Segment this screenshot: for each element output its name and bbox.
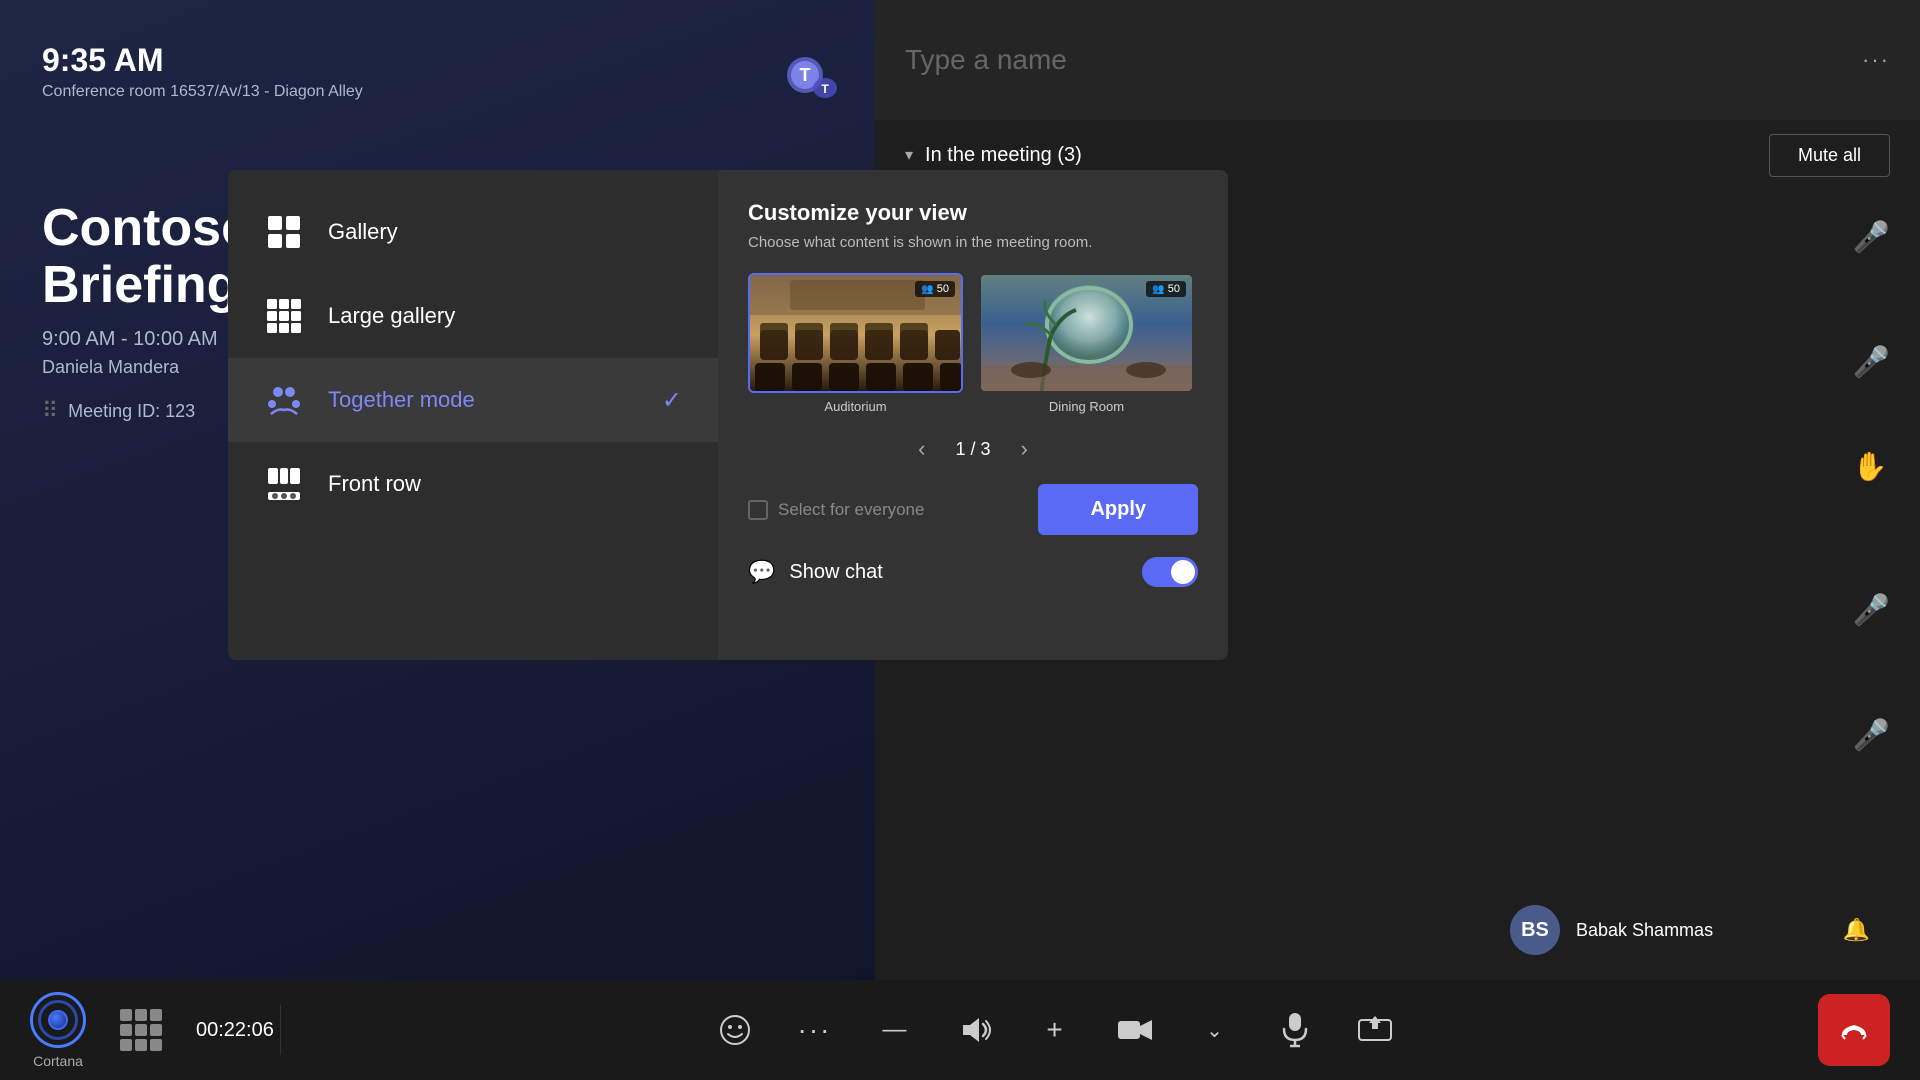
search-placeholder[interactable]: Type a name [905,44,1067,76]
grid-view-button[interactable] [120,1005,162,1055]
select-everyone-checkbox[interactable] [748,500,768,520]
camera-more-button[interactable]: ⌄ [1183,998,1247,1062]
customize-subtitle: Choose what content is shown in the meet… [748,234,1198,251]
reactions-button[interactable] [703,998,767,1062]
front-row-menu-item[interactable]: Front row [228,442,718,526]
large-gallery-icon [264,296,304,336]
view-menu-panel: Gallery Large gallery [228,170,718,660]
current-time: 9:35 AM [42,42,363,79]
toolbar-divider [280,1005,281,1055]
apply-button[interactable]: Apply [1038,484,1198,535]
cortana-label: Cortana [33,1053,83,1069]
participant-name: Babak Shammas [1576,920,1713,941]
customize-view-panel: Customize your view Choose what content … [718,170,1228,660]
dining-room-label: Dining Room [1049,399,1124,414]
show-chat-row: 💬 Show chat [748,557,1198,587]
in-meeting-label: ▾ In the meeting (3) [905,144,1082,167]
teams-logo: T T [760,40,850,130]
large-gallery-label: Large gallery [328,303,455,329]
auditorium-label: Auditorium [824,399,886,414]
front-row-label: Front row [328,471,421,497]
select-everyone-label[interactable]: Select for everyone [748,500,924,520]
more-options-icon[interactable]: ··· [1862,47,1890,73]
hand-raise-icon: ✋ [1853,450,1890,483]
cortana-inner [38,1000,78,1040]
scene-pagination: ‹ 1 / 3 › [748,436,1198,462]
cortana-button[interactable]: Cortana [30,992,106,1069]
show-chat-toggle[interactable] [1142,557,1198,587]
next-scene-button[interactable]: › [1021,436,1028,462]
svg-text:T: T [821,82,829,96]
cortana-circle [30,992,86,1048]
dining-room-badge: 👥 50 [1146,281,1186,297]
mic-icon-2: 🎤 [1853,345,1890,380]
auditorium-scene-thumb[interactable]: 👥 50 [748,273,963,393]
mic-icons-right: 🎤 🎤 ✋ 🎤 🎤 [1853,220,1890,753]
grid-icon [120,1009,162,1051]
minimize-button[interactable]: — [863,998,927,1062]
mic-icon-3: 🎤 [1853,593,1890,628]
chevron-down-icon[interactable]: ▾ [905,145,913,165]
prev-scene-button[interactable]: ‹ [918,436,925,462]
scenes-grid: 👥 50 Auditorium [748,273,1198,414]
mic-icon-1: 🎤 [1853,220,1890,255]
toolbar-center: ··· — + ⌄ [291,998,1818,1062]
room-info: Conference room 16537/Av/13 - Diagon All… [42,83,363,101]
microphone-button[interactable] [1263,998,1327,1062]
participant-avatar: BS [1510,905,1560,955]
toggle-knob [1171,560,1195,584]
together-mode-icon [264,380,304,420]
auditorium-badge: 👥 50 [915,281,955,297]
chat-icon: 💬 [748,559,775,585]
svg-text:T: T [800,65,811,85]
gallery-menu-item[interactable]: Gallery [228,190,718,274]
bottom-toolbar: Cortana 00:22:06 ··· — [0,980,1920,1080]
time-display: 9:35 AM Conference room 16537/Av/13 - Di… [42,42,363,101]
volume-button[interactable] [943,998,1007,1062]
page-number: 1 / 3 [955,439,990,460]
mic-icon-4: 🎤 [1853,718,1890,753]
dining-room-scene-thumb[interactable]: 👥 50 [979,273,1194,393]
end-call-button[interactable] [1818,994,1890,1066]
mute-all-button[interactable]: Mute all [1769,134,1890,177]
front-row-icon [264,464,304,504]
view-selector-popup: Gallery Large gallery [228,170,1228,660]
gallery-icon [264,212,304,252]
search-input-area[interactable]: Type a name [905,44,1842,76]
together-mode-menu-item[interactable]: Together mode ✓ [228,358,718,442]
show-chat-label: 💬 Show chat [748,559,883,585]
more-options-button[interactable]: ··· [783,998,847,1062]
customize-title: Customize your view [748,200,1198,226]
share-screen-button[interactable] [1343,998,1407,1062]
add-participant-button[interactable]: + [1023,998,1087,1062]
selected-checkmark: ✓ [662,386,682,415]
participant-row: BS Babak Shammas 🔔 [1490,895,1890,965]
action-row: Select for everyone Apply [748,484,1198,535]
gallery-label: Gallery [328,219,398,245]
toolbar-left: Cortana 00:22:06 [30,992,270,1069]
participant-bell-icon: 🔔 [1843,917,1870,943]
search-bar: Type a name ··· [875,0,1920,120]
call-timer: 00:22:06 [196,1019,274,1042]
together-mode-label: Together mode [328,387,475,413]
large-gallery-menu-item[interactable]: Large gallery [228,274,718,358]
camera-button[interactable] [1103,998,1167,1062]
